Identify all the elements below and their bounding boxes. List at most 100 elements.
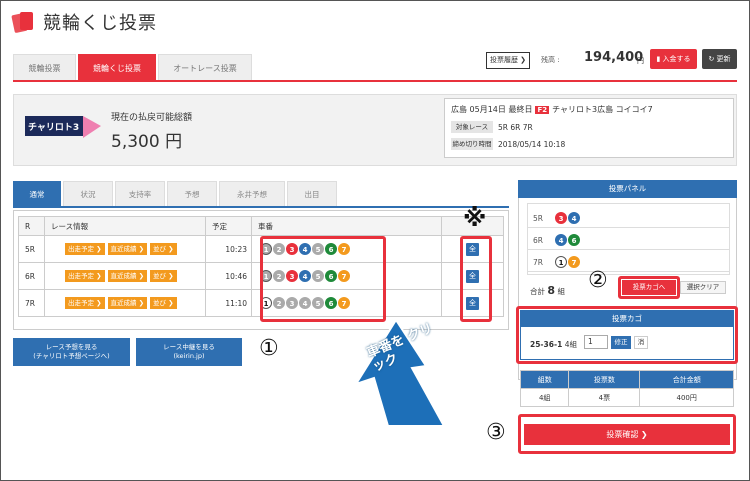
asterisk-mark: ※ — [463, 204, 487, 232]
cart-qty-input[interactable]: 1 — [584, 335, 608, 349]
deposit-button[interactable]: ▮ 入金する — [650, 49, 697, 69]
page-title: 競輪くじ投票 — [43, 13, 157, 34]
race-time: 10:46 — [205, 262, 252, 290]
confirm-vote-button[interactable]: 投票確認 ❯ — [524, 424, 730, 445]
summary-header: 組数 投票数 合計金額 — [519, 370, 734, 389]
bike-ball[interactable]: 6 — [568, 234, 580, 246]
vote-cart-title: 投票カゴ — [520, 310, 734, 327]
summary-table: 組数 投票数 合計金額 4組 4票 400円 — [519, 370, 734, 407]
step-2-mark: ② — [588, 268, 608, 293]
panel-row: 6R 4 6 — [527, 232, 730, 250]
tab-keirin-lottery[interactable]: 競輪くじ投票 — [78, 54, 156, 81]
bike-ball[interactable]: 4 — [555, 234, 567, 246]
target-race-value: 5R 6R 7R — [498, 123, 533, 132]
lineup-button[interactable]: 並び ❯ — [150, 297, 177, 309]
tab-underline — [13, 80, 737, 82]
recent-results-button[interactable]: 直近成績 ❯ — [107, 243, 148, 255]
subtab-status[interactable]: 状況 — [63, 181, 113, 207]
bike-ball[interactable]: 4 — [568, 212, 580, 224]
subtab-normal[interactable]: 通常 — [13, 181, 61, 207]
forecast-link-button[interactable]: レース予想を見る (チャリロト予想ページへ) — [13, 338, 130, 366]
refresh-icon: ↻ — [708, 55, 717, 63]
detail-race-name: チャリロト3広島 コイコイ7 — [552, 105, 653, 114]
history-button[interactable]: 投票履歴 ❯ — [486, 52, 530, 69]
deposit-label: 入金する — [662, 55, 691, 63]
delete-button[interactable]: 消 — [634, 336, 648, 349]
race-number: 6R — [18, 262, 45, 290]
vote-panel-title: 投票パネル — [518, 180, 737, 198]
summary-votes: 4票 — [568, 388, 641, 407]
forecast-link-line2: (チャリロト予想ページへ) — [33, 352, 110, 360]
cart-item: 25-36-1 4組 — [530, 339, 577, 350]
race-time: 11:10 — [205, 289, 252, 317]
summary-header-votes: 投票数 — [568, 370, 641, 389]
col-time: 予定 — [205, 216, 252, 236]
col-info: レース情報 — [44, 216, 206, 236]
bike-ball[interactable]: 7 — [568, 256, 580, 268]
charilotto3-logo: チャリロト3 — [25, 116, 101, 138]
panel-row: 5R 3 4 — [527, 210, 730, 228]
balance-unit: 円 — [637, 57, 644, 65]
live-link-line2: (keirin.jp) — [173, 352, 205, 360]
forecast-link-line1: レース予想を見る — [45, 343, 98, 351]
detail-venue-date: 広島 05月14日 最終日 — [451, 105, 533, 114]
balance-label: 残高 : — [541, 56, 560, 64]
race-table-header: R レース情報 予定 車番 — [18, 216, 504, 236]
tickets-icon — [11, 11, 35, 34]
cart-count: 4組 — [564, 340, 577, 349]
balance-amount: 194,400 — [584, 50, 644, 65]
race-number: 5R — [18, 235, 45, 263]
race-detail-title: 広島 05月14日 最終日 F2 チャリロト3広島 コイコイ7 — [451, 104, 653, 115]
panel-race: 6R — [533, 236, 543, 245]
total-unit: 組 — [557, 287, 565, 296]
subtab-forecast[interactable]: 予想 — [167, 181, 217, 207]
subtab-support[interactable]: 支持率 — [115, 181, 165, 207]
modify-button[interactable]: 修正 — [611, 336, 631, 349]
target-race-label: 対象レース — [451, 121, 493, 133]
bike-ball[interactable]: 1 — [555, 256, 567, 268]
panel-race: 5R — [533, 214, 543, 223]
grade-badge: F2 — [535, 106, 550, 114]
add-to-cart-button[interactable]: 投票カゴへ — [622, 280, 676, 295]
carryover-amount: 5,300 円 — [111, 132, 183, 152]
live-link-button[interactable]: レース中継を見る (keirin.jp) — [136, 338, 242, 366]
panel-row: 7R 1 7 — [527, 254, 730, 272]
race-time: 10:23 — [205, 235, 252, 263]
subtab-nagai-forecast[interactable]: 永井予想 — [219, 181, 285, 207]
bike-ball[interactable]: 3 — [555, 212, 567, 224]
panel-total: 合計 8 組 — [530, 284, 565, 297]
lineup-button[interactable]: 並び ❯ — [150, 270, 177, 282]
entry-button[interactable]: 出走予定 ❯ — [65, 297, 105, 309]
entry-button[interactable]: 出走予定 ❯ — [65, 243, 105, 255]
entry-button[interactable]: 出走予定 ❯ — [65, 270, 105, 282]
lineup-button[interactable]: 並び ❯ — [150, 243, 177, 255]
highlight-all-buttons — [460, 236, 492, 322]
subtab-results[interactable]: 出目 — [287, 181, 337, 207]
charilotto3-logo-text: チャリロト3 — [28, 122, 79, 133]
carryover-label: 現在の払戻可能総額 — [111, 113, 193, 123]
app-header: 競輪くじ投票 — [11, 8, 157, 36]
summary-header-amount: 合計金額 — [639, 370, 734, 389]
race-info-buttons: 出走予定 ❯ 直近成績 ❯ 並び ❯ — [44, 235, 206, 263]
clear-selection-button[interactable]: 選択クリア — [680, 281, 726, 294]
race-info-buttons: 出走予定 ❯ 直近成績 ❯ 並び ❯ — [44, 289, 206, 317]
refresh-button[interactable]: ↻ 更新 — [702, 49, 737, 69]
tab-keirin[interactable]: 競輪投票 — [13, 54, 76, 81]
recent-results-button[interactable]: 直近成績 ❯ — [107, 270, 148, 282]
race-number: 7R — [18, 289, 45, 317]
col-race: R — [18, 216, 45, 236]
cart-combo: 25-36-1 — [530, 340, 563, 349]
summary-sets: 4組 — [519, 388, 570, 407]
live-link-line1: レース中継を見る — [163, 343, 215, 351]
step-3-mark: ③ — [486, 420, 506, 445]
step-1-mark: ① — [259, 336, 279, 361]
summary-values: 4組 4票 400円 — [519, 388, 734, 407]
col-bikes: 車番 — [251, 216, 442, 236]
race-info-buttons: 出走予定 ❯ 直近成績 ❯ 並び ❯ — [44, 262, 206, 290]
total-label: 合計 — [530, 287, 545, 296]
tab-autorace[interactable]: オートレース投票 — [158, 54, 252, 81]
refresh-label: 更新 — [716, 55, 731, 63]
deadline-label: 締め切り時間 — [451, 138, 493, 150]
recent-results-button[interactable]: 直近成績 ❯ — [107, 297, 148, 309]
subtab-underline — [13, 206, 509, 208]
